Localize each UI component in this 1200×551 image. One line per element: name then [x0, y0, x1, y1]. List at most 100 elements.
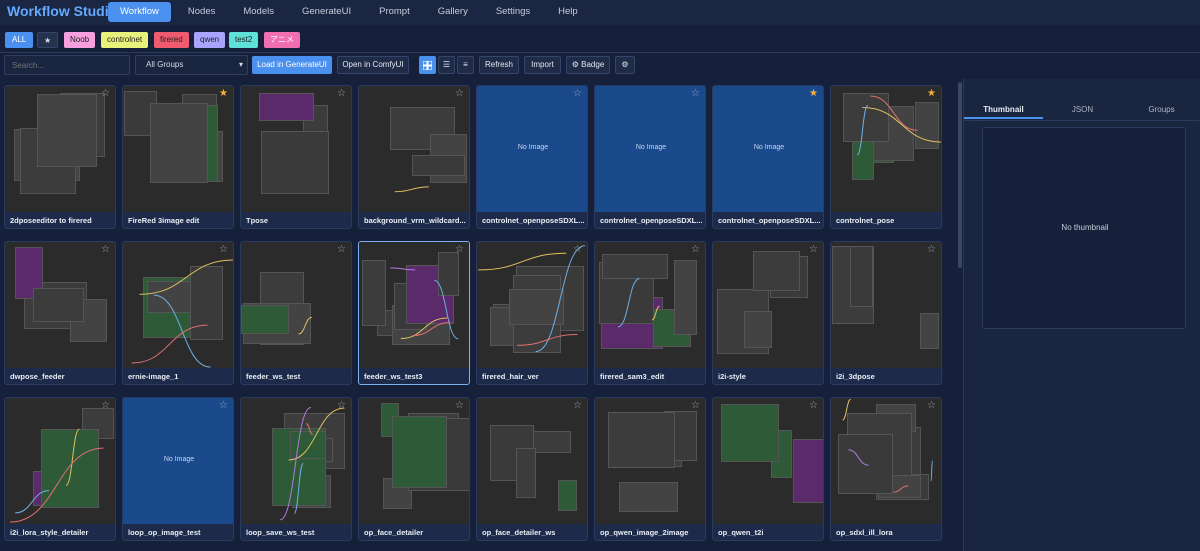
- tag-firered[interactable]: firered: [154, 32, 189, 48]
- divider: [0, 52, 1200, 53]
- search-input[interactable]: [4, 55, 130, 75]
- tag-qwen[interactable]: qwen: [194, 32, 226, 48]
- workflow-card[interactable]: ☆ 2dposeeditor to firered: [4, 85, 116, 229]
- favorite-star-icon[interactable]: ☆: [337, 245, 346, 255]
- favorite-star-icon[interactable]: ☆: [455, 245, 464, 255]
- workflow-card[interactable]: ★ FireRed 3image edit: [122, 85, 234, 229]
- list-view-icon[interactable]: ☰: [438, 56, 455, 74]
- nav-nodes[interactable]: Nodes: [177, 2, 226, 22]
- settings-gear-icon[interactable]: ⚙: [615, 56, 635, 74]
- favorite-star-icon[interactable]: ☆: [219, 401, 228, 411]
- workflow-card[interactable]: ☆ i2i_lora_style_detailer: [4, 397, 116, 541]
- import-button[interactable]: Import: [524, 56, 561, 74]
- graph-link: [139, 259, 233, 295]
- grid-view-icon[interactable]: [419, 56, 436, 74]
- workflow-card[interactable]: ☆ i2i-style: [712, 241, 824, 385]
- compact-list-icon[interactable]: ≡: [457, 56, 474, 74]
- workflow-card[interactable]: ☆ firered_sam3_edit: [594, 241, 706, 385]
- tag-anime[interactable]: アニメ: [264, 32, 300, 48]
- nav-workflow[interactable]: Workflow: [108, 2, 171, 22]
- favorite-star-icon[interactable]: ☆: [455, 401, 464, 411]
- favorite-star-icon[interactable]: ☆: [219, 245, 228, 255]
- graph-link: [930, 460, 933, 482]
- workflow-thumbnail: [595, 398, 705, 524]
- favorite-star-icon[interactable]: ☆: [691, 245, 700, 255]
- workflow-card[interactable]: ☆ op_sdxl_ill_lora: [830, 397, 942, 541]
- open-in-comfyui-button[interactable]: Open in ComfyUI: [337, 56, 409, 74]
- favorite-star-icon[interactable]: ☆: [573, 401, 582, 411]
- favorite-star-icon[interactable]: ★: [219, 89, 228, 99]
- workflow-card-label: i2i_lora_style_detailer: [10, 528, 89, 537]
- nav-generateui[interactable]: GenerateUI: [291, 2, 362, 22]
- favorite-star-icon[interactable]: ☆: [455, 89, 464, 99]
- favorite-star-icon[interactable]: ☆: [927, 245, 936, 255]
- nav-settings[interactable]: Settings: [485, 2, 541, 22]
- refresh-button[interactable]: Refresh: [479, 56, 519, 74]
- workflow-card[interactable]: ☆ feeder_ws_test3: [358, 241, 470, 385]
- load-in-generateui-button[interactable]: Load in GenerateUI: [252, 56, 332, 74]
- workflow-card[interactable]: ☆ op_face_detailer: [358, 397, 470, 541]
- favorite-star-icon[interactable]: ☆: [809, 245, 818, 255]
- workflow-card-label: background_vrm_wildcard...: [364, 216, 466, 225]
- workflow-card[interactable]: ☆ i2i_3dpose: [830, 241, 942, 385]
- nav-prompt[interactable]: Prompt: [368, 2, 421, 22]
- workflow-card[interactable]: ☆ dwpose_feeder: [4, 241, 116, 385]
- workflow-card[interactable]: ☆ op_qwen_image_2image: [594, 397, 706, 541]
- nav-gallery[interactable]: Gallery: [427, 2, 479, 22]
- workflow-card[interactable]: ☆ op_qwen_t2i: [712, 397, 824, 541]
- workflow-card-label: i2i-style: [718, 372, 746, 381]
- workflow-card-label: controlnet_openposeSDXL...: [482, 216, 585, 225]
- favorite-star-icon[interactable]: ★: [809, 89, 818, 99]
- workflow-card[interactable]: No Image ☆ controlnet_openposeSDXL...: [476, 85, 588, 229]
- tab-thumbnail[interactable]: Thumbnail: [964, 101, 1043, 119]
- workflow-card[interactable]: No Image ☆ controlnet_openposeSDXL...: [594, 85, 706, 229]
- group-select[interactable]: All Groups ▾: [135, 55, 248, 75]
- workflow-card[interactable]: ☆ firered_hair_ver: [476, 241, 588, 385]
- workflow-card[interactable]: ★ controlnet_pose: [830, 85, 942, 229]
- favorite-star-icon[interactable]: ☆: [101, 401, 110, 411]
- workflow-thumbnail: [831, 86, 941, 212]
- favorite-star-icon[interactable]: ☆: [573, 245, 582, 255]
- workflow-thumbnail: [477, 242, 587, 368]
- graph-link: [870, 95, 918, 131]
- graph-links: [856, 95, 941, 156]
- tag-noob[interactable]: Noob: [64, 32, 96, 48]
- favorite-star-icon[interactable]: ☆: [101, 245, 110, 255]
- favorite-star-icon[interactable]: ☆: [809, 401, 818, 411]
- group-select-value: All Groups: [146, 60, 184, 69]
- grid-scrollbar[interactable]: [958, 82, 962, 268]
- tag-controlnet[interactable]: controlnet: [101, 32, 149, 48]
- workflow-card[interactable]: ☆ feeder_ws_test: [240, 241, 352, 385]
- favorite-star-icon[interactable]: ☆: [691, 89, 700, 99]
- favorite-star-icon[interactable]: ☆: [927, 401, 936, 411]
- workflow-card[interactable]: ☆ ernie-image_1: [122, 241, 234, 385]
- favorite-star-icon[interactable]: ★: [927, 89, 936, 99]
- tab-json[interactable]: JSON: [1043, 101, 1122, 119]
- favorite-star-icon[interactable]: ☆: [337, 401, 346, 411]
- workflow-card[interactable]: No Image ★ controlnet_openposeSDXL...: [712, 85, 824, 229]
- favorite-star-icon[interactable]: ☆: [691, 401, 700, 411]
- workflow-thumbnail: [123, 86, 233, 212]
- favorite-star-icon[interactable]: ☆: [573, 89, 582, 99]
- tag-favorites[interactable]: ★: [37, 32, 59, 48]
- tab-groups[interactable]: Groups: [1122, 101, 1200, 119]
- favorite-star-icon[interactable]: ☆: [101, 89, 110, 99]
- nav-help[interactable]: Help: [547, 2, 589, 22]
- workflow-card[interactable]: No Image ☆ loop_op_image_test: [122, 397, 234, 541]
- nav-models[interactable]: Models: [232, 2, 285, 22]
- workflow-card-label: feeder_ws_test3: [364, 372, 423, 381]
- workflow-thumbnail: No Image: [477, 86, 587, 212]
- no-image-text: No Image: [163, 456, 195, 463]
- workflow-card[interactable]: ☆ op_face_detailer_ws: [476, 397, 588, 541]
- graph-link: [478, 252, 567, 271]
- workflow-card-label: FireRed 3image edit: [128, 216, 200, 225]
- tag-all[interactable]: ALL: [5, 32, 34, 48]
- workflow-card[interactable]: ☆ background_vrm_wildcard...: [358, 85, 470, 229]
- workflow-card-label: feeder_ws_test: [246, 372, 301, 381]
- badge-button[interactable]: ⚙ Badge: [566, 56, 610, 74]
- favorite-star-icon[interactable]: ☆: [337, 89, 346, 99]
- tag-test2[interactable]: test2: [229, 32, 259, 48]
- workflow-card[interactable]: ☆ loop_save_ws_test: [240, 397, 352, 541]
- workflow-card-label: Tpose: [246, 216, 269, 225]
- workflow-card[interactable]: ☆ Tpose: [240, 85, 352, 229]
